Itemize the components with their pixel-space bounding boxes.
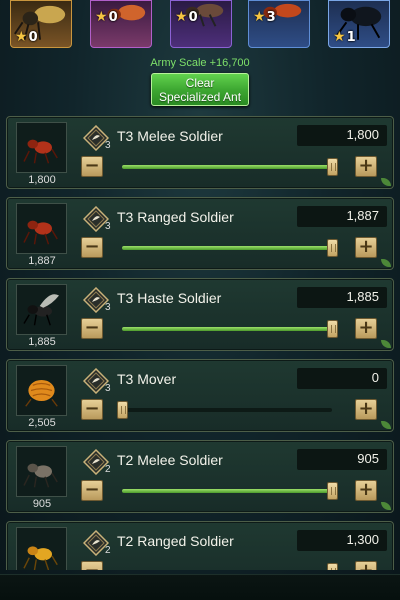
decrease-button[interactable]: − xyxy=(81,156,103,177)
unit-available-count: 1,800 xyxy=(28,174,56,186)
unit-row: 2 T2 Ranged Soldier 1,300 − + xyxy=(6,521,394,570)
top-card-count: 1 xyxy=(346,29,356,45)
unit-name: T2 Ranged Soldier xyxy=(117,533,234,549)
unit-portrait[interactable] xyxy=(16,122,67,173)
star-icon: ★ xyxy=(175,9,188,25)
skill-level: 3 xyxy=(105,221,111,232)
increase-button[interactable]: + xyxy=(355,156,377,177)
unit-quantity-input[interactable]: 1,885 xyxy=(297,287,387,308)
top-card-1[interactable]: ★ 0 xyxy=(10,0,72,48)
mover-ant-icon xyxy=(25,380,58,407)
unit-quantity-input[interactable]: 1,300 xyxy=(297,530,387,551)
unit-name: T3 Ranged Soldier xyxy=(117,209,234,225)
bottom-bar xyxy=(0,574,400,600)
unit-name: T3 Melee Soldier xyxy=(117,128,223,144)
decrease-button[interactable]: − xyxy=(81,318,103,339)
skill-level: 2 xyxy=(105,464,111,475)
quantity-slider[interactable] xyxy=(122,320,338,338)
top-card-2[interactable]: ★ 0 xyxy=(90,0,152,48)
quantity-slider[interactable] xyxy=(122,158,338,176)
leaf-decoration-icon xyxy=(381,178,391,186)
clear-button-line1: Clear xyxy=(185,76,215,90)
slider-thumb[interactable] xyxy=(327,482,338,500)
unit-portrait[interactable] xyxy=(16,365,67,416)
unit-available-count: 905 xyxy=(32,498,52,510)
star-icon: ★ xyxy=(333,29,346,45)
decrease-button[interactable]: − xyxy=(81,480,103,501)
increase-button[interactable]: + xyxy=(355,318,377,339)
star-icon: ★ xyxy=(15,29,28,45)
army-scale-label: Army Scale +16,700 xyxy=(150,57,250,69)
unit-quantity-input[interactable]: 1,800 xyxy=(297,125,387,146)
unit-name: T3 Mover xyxy=(117,371,177,387)
leaf-decoration-icon xyxy=(381,259,391,267)
top-card-count: 3 xyxy=(266,9,276,25)
top-card-count: 0 xyxy=(188,9,198,25)
slider-thumb[interactable] xyxy=(117,401,128,419)
unit-row: 1,887 3 T3 Ranged Soldier 1,887 − + xyxy=(6,197,394,270)
slider-fill xyxy=(122,489,332,493)
skill-level: 2 xyxy=(105,545,111,556)
slider-thumb[interactable] xyxy=(327,320,338,338)
leaf-decoration-icon xyxy=(381,340,391,348)
clear-specialized-ant-button[interactable]: Clear Specialized Ant xyxy=(151,73,249,106)
star-icon: ★ xyxy=(253,9,266,25)
unit-quantity-input[interactable]: 1,887 xyxy=(297,206,387,227)
unit-row: 1,885 3 T3 Haste Soldier 1,885 − + xyxy=(6,278,394,351)
slider-thumb[interactable] xyxy=(327,158,338,176)
unit-available-count: 1,885 xyxy=(28,336,56,348)
quantity-slider[interactable] xyxy=(117,401,332,419)
decrease-button[interactable]: − xyxy=(81,237,103,258)
gray-ant-icon xyxy=(23,463,58,488)
unit-row: 905 2 T2 Melee Soldier 905 − + xyxy=(6,440,394,513)
unit-available-count: 1,887 xyxy=(28,255,56,267)
unit-portrait[interactable] xyxy=(16,446,67,497)
slider-fill xyxy=(122,327,332,331)
unit-portrait[interactable] xyxy=(16,527,67,570)
slider-thumb[interactable] xyxy=(327,563,338,570)
top-card-5[interactable]: ★ 1 xyxy=(328,0,390,48)
unit-quantity-input[interactable]: 0 xyxy=(297,368,387,389)
slider-thumb[interactable] xyxy=(327,239,338,257)
top-card-count: 0 xyxy=(28,29,38,45)
unit-name: T2 Melee Soldier xyxy=(117,452,223,468)
slider-fill xyxy=(122,246,332,250)
top-card-4[interactable]: ★ 3 xyxy=(248,0,310,48)
top-unit-strip: ★ 0 ★ 0 ★ 0 ★ 3 ★ 1 xyxy=(0,0,400,50)
unit-portrait[interactable] xyxy=(16,284,67,335)
increase-button[interactable]: + xyxy=(355,399,377,420)
decrease-button[interactable]: − xyxy=(81,399,103,420)
skill-level: 3 xyxy=(105,140,111,151)
increase-button[interactable]: + xyxy=(355,480,377,501)
unit-portrait[interactable] xyxy=(16,203,67,254)
red-ant-icon xyxy=(23,139,58,164)
skill-level: 3 xyxy=(105,302,111,313)
winged-ant-icon xyxy=(23,294,59,326)
top-card-count: 0 xyxy=(108,9,118,25)
leaf-decoration-icon xyxy=(381,421,391,429)
unit-name: T3 Haste Soldier xyxy=(117,290,222,306)
star-icon: ★ xyxy=(95,9,108,25)
quantity-slider[interactable] xyxy=(122,239,338,257)
skill-level: 3 xyxy=(105,383,111,394)
top-card-3[interactable]: ★ 0 xyxy=(170,0,232,48)
quantity-slider[interactable] xyxy=(122,482,338,500)
increase-button[interactable]: + xyxy=(355,237,377,258)
yellow-ant-icon xyxy=(23,546,58,570)
unit-quantity-input[interactable]: 905 xyxy=(297,449,387,470)
slider-fill xyxy=(122,165,332,169)
decrease-button[interactable]: − xyxy=(81,561,103,570)
unit-row: 1,800 3 T3 Melee Soldier 1,800 − + xyxy=(6,116,394,189)
leaf-decoration-icon xyxy=(381,502,391,510)
unit-list[interactable]: 1,800 3 T3 Melee Soldier 1,800 − + 1,887 xyxy=(6,116,394,570)
clear-button-line2: Specialized Ant xyxy=(158,90,242,104)
red-ant-icon xyxy=(23,220,58,245)
unit-available-count: 2,505 xyxy=(28,417,56,429)
unit-row: 2,505 3 T3 Mover 0 − + xyxy=(6,359,394,432)
increase-button[interactable]: + xyxy=(355,561,377,570)
